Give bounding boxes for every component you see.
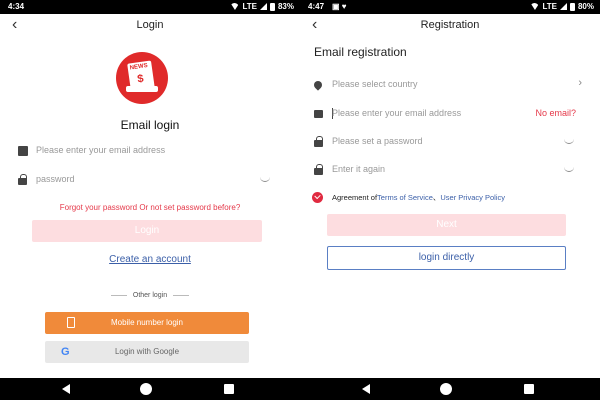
mobile-login-label: Mobile number login: [110, 318, 184, 327]
page-title: Registration: [420, 19, 480, 31]
nav-home-icon[interactable]: [440, 383, 452, 395]
agreement-prefix: Agreement of: [332, 193, 378, 202]
email-input[interactable]: Please enter your email address: [332, 108, 461, 118]
lock-icon: [314, 164, 323, 175]
wifi-icon: [530, 3, 540, 10]
mail-icon: [18, 146, 28, 156]
battery-percent: 83%: [277, 2, 294, 11]
confirm-password-field[interactable]: Enter it again: [314, 162, 590, 180]
logo-news-text: NEWS: [129, 63, 149, 72]
next-button[interactable]: Next: [327, 214, 566, 236]
google-login-button[interactable]: G Login with Google: [45, 341, 249, 363]
login-directly-button[interactable]: login directly: [327, 246, 566, 270]
system-nav-bar: [300, 378, 600, 400]
no-email-link[interactable]: No email?: [535, 108, 576, 118]
chevron-right-icon: ›: [578, 77, 582, 89]
mobile-login-button[interactable]: Mobile number login: [45, 312, 249, 334]
password-field[interactable]: password: [18, 172, 280, 190]
email-login-heading: Email login: [120, 118, 180, 132]
battery-percent: 80%: [577, 2, 594, 11]
password-input[interactable]: password: [36, 174, 75, 184]
email-input[interactable]: Please enter your email address: [36, 145, 165, 155]
nav-home-icon[interactable]: [140, 383, 152, 395]
login-button[interactable]: Login: [32, 220, 262, 242]
lock-icon: [314, 136, 323, 147]
status-indicators: LTE 80%: [530, 2, 594, 11]
email-field[interactable]: Please enter your email address: [18, 143, 280, 161]
login-screen: 4:34 LTE 83% ‹ Login NEWS $ Email login …: [0, 0, 300, 400]
create-account-link[interactable]: Create an account: [0, 254, 300, 265]
privacy-policy-link[interactable]: User Privacy Policy: [440, 193, 505, 202]
password-input[interactable]: Please set a password: [332, 136, 423, 146]
email-registration-heading: Email registration: [314, 45, 407, 59]
status-indicators: LTE 83%: [230, 2, 294, 11]
eye-hidden-icon[interactable]: [564, 165, 574, 174]
country-field[interactable]: Please select country ›: [312, 77, 590, 95]
dollar-icon: $: [136, 72, 145, 86]
confirm-password-input[interactable]: Enter it again: [332, 164, 385, 174]
eye-hidden-icon[interactable]: [564, 137, 574, 146]
email-field[interactable]: Please enter your email address No email…: [314, 106, 590, 124]
lte-label: LTE: [542, 2, 557, 11]
registration-screen: 4:47 ▣ ♥ LTE 80% ‹ Registration Email re…: [300, 0, 600, 400]
mail-icon: [314, 110, 323, 118]
status-time: 4:34: [8, 2, 25, 11]
logo-base: [126, 86, 158, 92]
agreement-checkbox[interactable]: [312, 192, 323, 203]
divider-line: [110, 294, 127, 296]
divider-line: [173, 294, 190, 296]
notification-icons: ▣ ♥: [332, 2, 347, 11]
agreement-separator: 、: [432, 193, 441, 202]
battery-icon: [569, 2, 575, 11]
forgot-password-link[interactable]: Forgot your password Or not set password…: [0, 203, 300, 212]
google-login-label: Login with Google: [114, 347, 180, 356]
nav-back-icon[interactable]: [362, 384, 370, 394]
eye-hidden-icon[interactable]: [260, 175, 270, 184]
terms-of-service-link[interactable]: Terms of Service: [377, 193, 433, 202]
google-icon: G: [61, 346, 70, 358]
nav-recents-icon[interactable]: [224, 384, 234, 394]
lte-label: LTE: [242, 2, 257, 11]
page-title: Login: [136, 19, 164, 31]
status-bar: 4:34 LTE 83%: [0, 0, 300, 14]
status-bar: 4:47 ▣ ♥ LTE 80%: [300, 0, 600, 14]
location-icon: [312, 79, 324, 91]
nav-back-icon[interactable]: [62, 384, 70, 394]
wifi-icon: [230, 3, 240, 10]
system-nav-bar: [0, 378, 300, 400]
phone-icon: [67, 317, 75, 328]
signal-icon: [259, 3, 267, 10]
other-login-divider: Other login: [0, 292, 300, 299]
password-field[interactable]: Please set a password: [314, 134, 590, 152]
app-logo: NEWS $: [116, 52, 168, 104]
battery-icon: [269, 2, 275, 11]
nav-recents-icon[interactable]: [524, 384, 534, 394]
signal-icon: [559, 3, 567, 10]
lock-icon: [18, 174, 27, 185]
country-select[interactable]: Please select country: [332, 79, 418, 89]
other-login-label: Other login: [132, 292, 168, 299]
agreement-row: Agreement of Terms of Service 、 User Pri…: [312, 192, 505, 203]
status-time: 4:47: [308, 2, 325, 11]
